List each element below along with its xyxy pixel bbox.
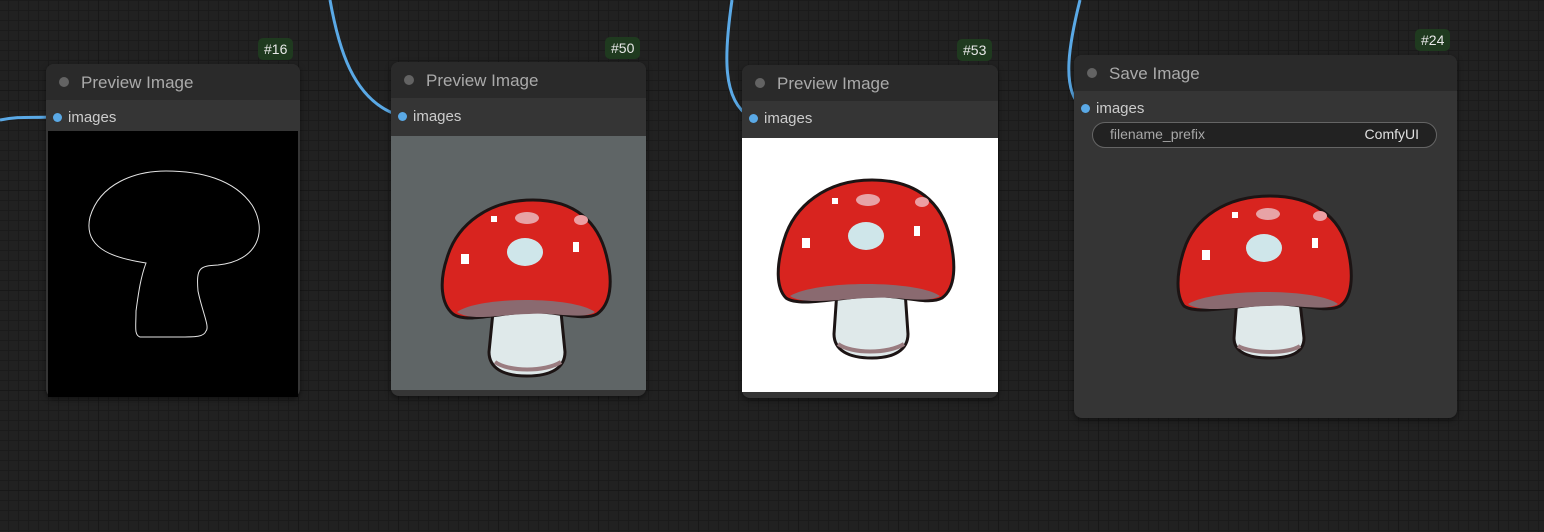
widget-value: ComfyUI [1364, 126, 1419, 142]
node-title: Preview Image [81, 73, 194, 92]
collapse-dot-icon[interactable] [404, 75, 414, 85]
widget-label: filename_prefix [1110, 126, 1205, 142]
input-slot-label: images [1096, 100, 1145, 117]
pixel-mushroom-white-bg-icon [776, 178, 956, 360]
node-title-bar[interactable]: Preview Image [742, 65, 998, 101]
link-wire-to-node-16[interactable] [0, 115, 53, 122]
input-slot-label: images [413, 108, 462, 125]
preview-image[interactable] [1170, 188, 1360, 368]
collapse-dot-icon[interactable] [755, 78, 765, 88]
filename-prefix-field[interactable]: filename_prefix ComfyUI [1092, 122, 1437, 148]
input-connector-dot-icon[interactable] [1081, 104, 1090, 113]
node-title: Preview Image [777, 74, 890, 93]
node-title: Save Image [1109, 64, 1200, 83]
preview-image[interactable] [742, 138, 998, 392]
input-connector-dot-icon[interactable] [749, 114, 758, 123]
mushroom-mask-outline-icon [88, 170, 260, 338]
preview-image-node[interactable]: Preview Image images [46, 64, 300, 397]
pixel-mushroom-transparent-icon [1176, 194, 1353, 360]
node-title: Preview Image [426, 71, 539, 90]
node-id-badge: #53 [957, 39, 993, 61]
input-slot-label: images [68, 109, 117, 126]
node-title-bar[interactable]: Preview Image [46, 64, 300, 100]
link-wire-to-node-50[interactable] [328, 0, 399, 117]
preview-image[interactable] [48, 131, 298, 397]
input-connector-dot-icon[interactable] [398, 112, 407, 121]
preview-image-node[interactable]: Preview Image images [391, 62, 646, 396]
collapse-dot-icon[interactable] [59, 77, 69, 87]
input-slot-images[interactable]: images [391, 107, 541, 127]
save-image-node[interactable]: Save Image images filename_prefix ComfyU… [1074, 55, 1457, 418]
node-id-badge: #50 [605, 37, 641, 59]
node-id-badge: #16 [258, 38, 294, 60]
node-title-bar[interactable]: Preview Image [391, 62, 646, 98]
input-slot-images[interactable]: images [1074, 99, 1224, 119]
node-id-badge: #24 [1415, 29, 1451, 51]
input-connector-dot-icon[interactable] [53, 113, 62, 122]
preview-image-node[interactable]: Preview Image images [742, 65, 998, 398]
input-slot-images[interactable]: images [742, 109, 892, 129]
node-title-bar[interactable]: Save Image [1074, 55, 1457, 91]
pixel-mushroom-gray-bg-icon [440, 198, 612, 378]
preview-image[interactable] [391, 136, 646, 390]
input-slot-label: images [764, 110, 813, 127]
collapse-dot-icon[interactable] [1087, 68, 1097, 78]
input-slot-images[interactable]: images [46, 108, 196, 128]
